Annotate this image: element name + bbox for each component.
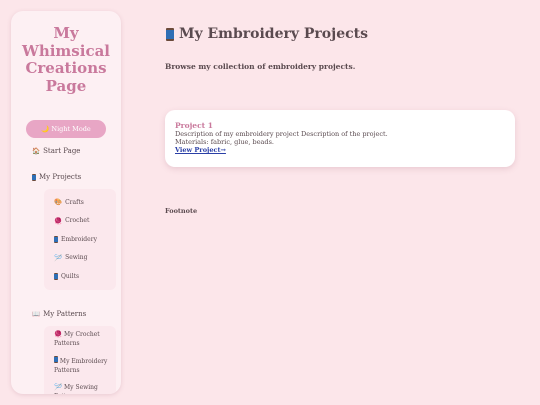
palette-icon: 🎨 — [54, 198, 63, 207]
yarn-icon: 🧶 — [54, 329, 63, 338]
broken-image-alt: Description of my embroidery project — [175, 130, 299, 138]
spool-icon — [54, 235, 58, 243]
spool-icon — [32, 173, 36, 181]
submenu-item-embroidery-patterns[interactable]: My Embroidery Patterns — [54, 355, 116, 375]
project-title: Project 1 — [175, 121, 213, 130]
submenu-item-quilts[interactable]: Quilts — [54, 267, 116, 286]
projects-submenu: 🎨 Crafts 🧶 Crochet Embroidery 🪡 Sewing Q… — [44, 189, 116, 290]
spool-icon — [54, 272, 58, 280]
submenu-item-crochet[interactable]: 🧶 Crochet — [54, 212, 116, 231]
night-mode-button[interactable]: 🌙 Night Mode — [26, 120, 106, 138]
footnote: Footnote — [165, 207, 198, 215]
project-description: Description of the project. — [301, 130, 388, 138]
page-title: My Embroidery Projects — [166, 26, 368, 42]
submenu-item-label: Sewing — [65, 254, 88, 262]
needle-icon: 🪡 — [54, 253, 63, 262]
nav-my-projects[interactable]: My Projects — [32, 173, 121, 181]
submenu-item-crafts[interactable]: 🎨 Crafts — [54, 193, 116, 212]
submenu-item-label: Crafts — [65, 198, 84, 206]
submenu-item-label: Quilts — [61, 272, 80, 280]
project-materials: Materials: fabric, glue, beads. — [175, 138, 274, 146]
site-title: My Whimsical Creations Page — [21, 24, 110, 95]
needle-icon: 🪡 — [54, 382, 63, 391]
nav-my-projects-label: My Projects — [39, 173, 82, 181]
submenu-item-label: Crochet — [65, 217, 90, 225]
submenu-item-sewing[interactable]: 🪡 Sewing — [54, 249, 116, 268]
submenu-item-sewing-patterns[interactable]: 🪡 My Sewing Patterns — [54, 383, 116, 395]
page-title-text: My Embroidery Projects — [179, 26, 368, 42]
submenu-item-label: My Embroidery Patterns — [54, 357, 108, 374]
submenu-item-crochet-patterns[interactable]: 🧶 My Crochet Patterns — [54, 330, 116, 348]
house-icon: 🏠 — [32, 147, 41, 155]
nav-my-patterns-label: My Patterns — [43, 309, 87, 318]
sidebar: My Whimsical Creations Page 🌙 Night Mode… — [11, 11, 121, 394]
submenu-item-label: Embroidery — [61, 235, 97, 243]
nav-start-page-label: Start Page — [43, 147, 81, 155]
spool-icon — [54, 355, 58, 363]
patterns-submenu: 🧶 My Crochet Patterns My Embroidery Patt… — [44, 325, 116, 395]
page-subtitle: Browse my collection of embroidery proje… — [165, 62, 356, 71]
nav-start-page[interactable]: 🏠 Start Page — [32, 147, 121, 155]
project-card: Project 1 Description of my embroidery p… — [165, 110, 515, 167]
view-project-link[interactable]: View Project→ — [175, 146, 226, 154]
book-icon: 📖 — [32, 309, 41, 318]
nav-my-patterns[interactable]: 📖 My Patterns — [32, 310, 121, 318]
spool-icon — [166, 27, 174, 41]
submenu-item-embroidery[interactable]: Embroidery — [54, 230, 116, 249]
project-description-line: Description of my embroidery project Des… — [175, 130, 505, 138]
yarn-icon: 🧶 — [54, 216, 63, 225]
